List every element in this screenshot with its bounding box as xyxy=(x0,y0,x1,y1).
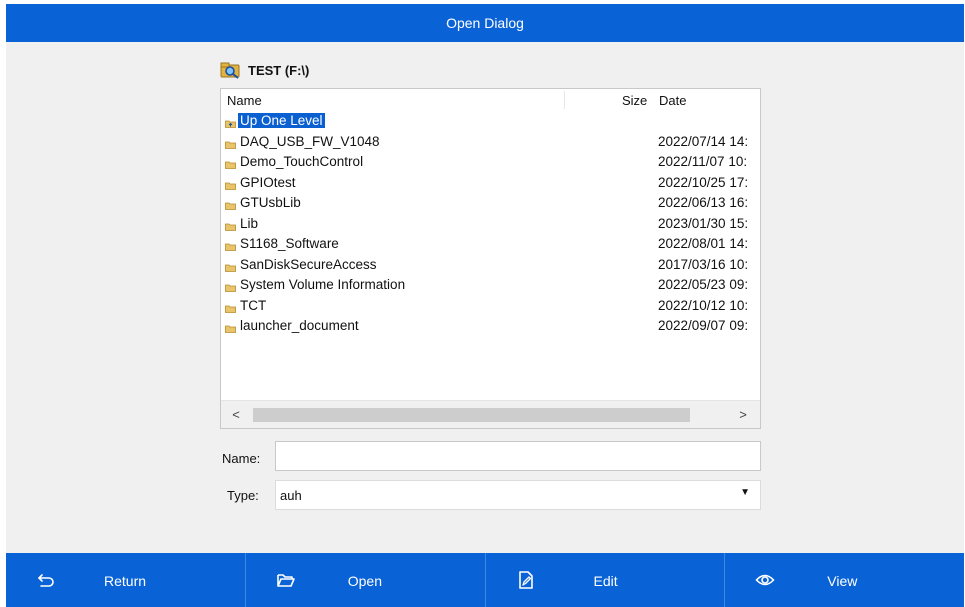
file-list-row[interactable]: System Volume Information 2022/05/23 09: xyxy=(221,275,760,296)
file-date: 2022/06/13 16: xyxy=(658,195,749,210)
column-header-name[interactable]: Name xyxy=(227,93,262,108)
open-label: Open xyxy=(347,573,382,589)
dialog-title: Open Dialog xyxy=(446,15,524,31)
file-name: SanDiskSecureAccess xyxy=(240,256,377,272)
edit-document-icon xyxy=(516,570,536,590)
bottom-toolbar: Return Open Edit View xyxy=(6,553,964,607)
name-field-label: Name: xyxy=(222,451,261,466)
file-list-row[interactable]: Lib 2023/01/30 15: xyxy=(221,214,760,235)
return-icon xyxy=(36,570,56,590)
drive-search-icon xyxy=(220,61,242,79)
file-name: GPIOtest xyxy=(240,174,296,190)
file-list-rows: Up One Level DAQ_USB_FW_V1048 2022/07/14 1… xyxy=(221,111,760,337)
column-divider[interactable] xyxy=(564,91,565,109)
return-button[interactable]: Return xyxy=(6,553,246,607)
edit-button[interactable]: Edit xyxy=(486,553,726,607)
file-list-header: Name Size Date xyxy=(221,89,760,111)
dropdown-arrow-icon[interactable]: ▼ xyxy=(740,487,750,498)
file-list-row[interactable]: Up One Level xyxy=(221,111,760,132)
file-date: 2022/11/07 10: xyxy=(658,154,748,169)
file-type-value: auh xyxy=(280,488,302,503)
file-date: 2022/10/25 17: xyxy=(658,174,749,190)
open-button[interactable]: Open xyxy=(246,553,486,607)
view-button[interactable]: View xyxy=(725,553,964,607)
folder-icon xyxy=(225,280,236,292)
file-name: System Volume Information xyxy=(240,277,406,292)
column-header-size[interactable]: Size xyxy=(622,93,647,108)
open-folder-icon xyxy=(276,570,296,590)
folder-icon xyxy=(225,301,236,313)
file-name: Lib xyxy=(240,215,259,231)
current-location: TEST (F:\) xyxy=(220,58,309,82)
folder-icon xyxy=(225,321,236,333)
dialog-title-bar: Open Dialog xyxy=(6,4,964,42)
file-list-row[interactable]: S1168_Software 2022/08/01 14: xyxy=(221,234,760,255)
file-name: launcher_document xyxy=(240,318,359,333)
scroll-right-button[interactable]: > xyxy=(734,406,752,424)
file-name: Demo_TouchControl xyxy=(240,154,364,169)
file-date: 2023/01/30 15: xyxy=(658,215,749,231)
file-name-input[interactable] xyxy=(275,441,761,471)
file-list-row[interactable]: DAQ_USB_FW_V1048 2022/07/14 14: xyxy=(221,132,760,153)
file-list-row[interactable]: GPIOtest 2022/10/25 17: xyxy=(221,173,760,194)
file-name: TCT xyxy=(240,297,267,313)
file-list[interactable]: Name Size Date Up One Level DAQ_USB_FW_V1… xyxy=(220,88,761,429)
location-label: TEST (F:\) xyxy=(248,62,310,78)
file-name: S1168_Software xyxy=(240,236,339,251)
file-list-row[interactable]: Demo_TouchControl 2022/11/07 10: xyxy=(221,152,760,173)
file-list-row[interactable]: GTUsbLib 2022/06/13 16: xyxy=(221,193,760,214)
folder-icon xyxy=(225,137,236,149)
file-list-row[interactable]: TCT 2022/10/12 10: xyxy=(221,296,760,317)
file-type-select[interactable]: auh ▼ xyxy=(275,480,761,510)
folder-icon xyxy=(225,198,236,210)
file-date: 2022/10/12 10: xyxy=(658,297,749,313)
folder-icon xyxy=(225,157,236,169)
scroll-left-button[interactable]: < xyxy=(227,406,245,424)
file-date: 2022/07/14 14: xyxy=(658,133,749,149)
column-header-date[interactable]: Date xyxy=(659,93,686,108)
file-list-row[interactable]: SanDiskSecureAccess 2017/03/16 10: xyxy=(221,255,760,276)
type-field-label: Type: xyxy=(227,488,259,503)
file-date: 2017/03/16 10: xyxy=(658,256,749,272)
view-label: View xyxy=(827,573,858,589)
folder-icon xyxy=(225,239,236,251)
file-date: 2022/09/07 09: xyxy=(658,318,749,333)
file-date: 2022/05/23 09: xyxy=(658,277,749,292)
file-date: 2022/08/01 14: xyxy=(658,236,749,251)
scrollbar-thumb[interactable] xyxy=(253,408,690,422)
return-label: Return xyxy=(104,573,147,589)
file-name: DAQ_USB_FW_V1048 xyxy=(240,133,380,149)
eye-icon xyxy=(755,570,775,590)
file-list-row[interactable]: launcher_document 2022/09/07 09: xyxy=(221,316,760,337)
horizontal-scrollbar[interactable]: < > xyxy=(221,400,760,428)
file-name: GTUsbLib xyxy=(240,195,301,210)
folder-icon xyxy=(225,178,236,190)
edit-label: Edit xyxy=(593,573,618,589)
up-level-icon xyxy=(225,116,236,128)
file-name: Up One Level xyxy=(238,113,325,128)
folder-icon xyxy=(225,260,236,272)
folder-icon xyxy=(225,219,236,231)
